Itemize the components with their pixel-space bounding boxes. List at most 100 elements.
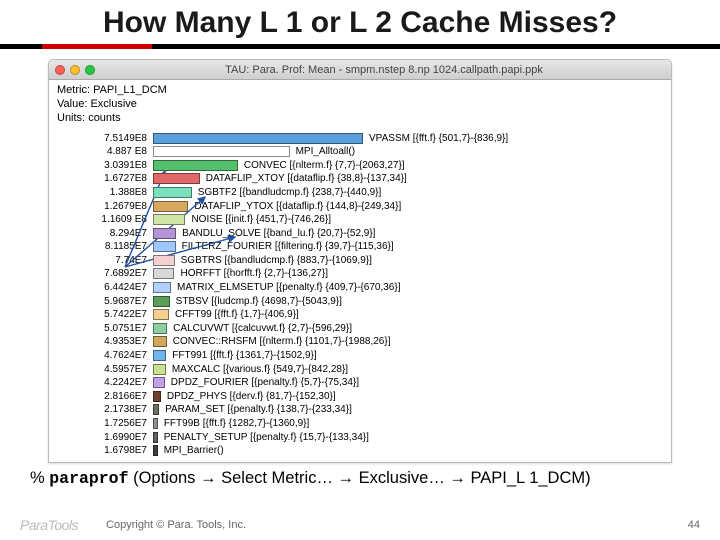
bar[interactable] — [153, 282, 171, 293]
bar-name-label: CONVEC [{nlterm.f} {7,7}-{2063,27}] — [238, 160, 405, 171]
bar-value-label: 1.6798E7 — [67, 445, 153, 456]
bar[interactable] — [153, 201, 188, 212]
bar-value-label: 4.5957E7 — [67, 364, 153, 375]
bar-name-label: MPI_Barrier() — [158, 445, 224, 456]
bar-name-label: CONVEC::RHSFM [{nlterm.f} {1101,7}-{1988… — [167, 336, 391, 347]
bar-track — [153, 160, 238, 171]
bar[interactable] — [153, 187, 192, 198]
bar-row: 1.388E8 SGBTF2 [{bandludcmp.f} {238,7}-{4… — [67, 186, 665, 200]
bar[interactable] — [153, 160, 238, 171]
cmd-part-3: Exclusive… — [354, 469, 449, 487]
bar-row: 1.7256E7FFT99B [{fft.f} {1282,7}-{1360,9… — [67, 417, 665, 431]
bar-name-label: SGBTRS [{bandludcmp.f} {883,7}-{1069,9}] — [175, 255, 372, 266]
bar-value-label: 1.7256E7 — [67, 418, 153, 429]
bar-track — [153, 432, 158, 443]
bar-track — [153, 418, 158, 429]
app-window: TAU: Para. Prof: Mean - smpm.nstep 8.np … — [48, 59, 672, 463]
bar-track — [153, 350, 166, 361]
bar-name-label: PARAM_SET [{penalty.f} {138,7}-{233,34}] — [159, 404, 352, 415]
bar-row: 4.5957E7 MAXCALC [{various.f} {549,7}-{84… — [67, 362, 665, 376]
units-label: Units: — [57, 112, 85, 124]
paratools-logo: ParaTools — [20, 517, 78, 533]
bar-value-label: 6.4424E7 — [67, 282, 153, 293]
bar-row: 5.0751E7CALCUVWT [{calcuvwt.f} {2,7}-{59… — [67, 322, 665, 336]
bar[interactable] — [153, 391, 161, 402]
bar-row: 3.0391E8CONVEC [{nlterm.f} {7,7}-{2063,2… — [67, 158, 665, 172]
window-body: Metric: PAPI_L1_DCM Value: Exclusive Uni… — [49, 80, 671, 462]
bar-row: 7.74E7 SGBTRS [{bandludcmp.f} {883,7}-{10… — [67, 254, 665, 268]
bar-value-label: 7.74E7 — [67, 255, 153, 266]
bar[interactable] — [153, 350, 166, 361]
bar[interactable] — [153, 146, 290, 157]
window-titlebar: TAU: Para. Prof: Mean - smpm.nstep 8.np … — [49, 60, 671, 80]
metric-meta: Metric: PAPI_L1_DCM Value: Exclusive Uni… — [57, 84, 665, 125]
bar-name-label: MAXCALC [{various.f} {549,7}-{842,28}] — [166, 364, 348, 375]
bar-row: 7.6892E7HORFFT [{horfft.f} {2,7}-{136,27… — [67, 267, 665, 281]
bar-row: 4.887 E8MPI_Alltoall() — [67, 145, 665, 159]
bar-track — [153, 146, 290, 157]
bar[interactable] — [153, 173, 200, 184]
bar[interactable] — [153, 268, 174, 279]
zoom-icon[interactable] — [85, 65, 95, 75]
bar-value-label: 2.1738E7 — [67, 404, 153, 415]
bar[interactable] — [153, 309, 169, 320]
bar[interactable] — [153, 404, 159, 415]
bar[interactable] — [153, 133, 363, 144]
bar-name-label: BANDLU_SOLVE [{band_lu.f} {20,7}-{52,9}] — [176, 228, 375, 239]
bar-value-label: 5.0751E7 — [67, 323, 153, 334]
metric-value: PAPI_L1_DCM — [93, 84, 167, 96]
bar-value-label: 1.388E8 — [67, 187, 153, 198]
bar[interactable] — [153, 255, 175, 266]
window-title: TAU: Para. Prof: Mean - smpm.nstep 8.np … — [103, 64, 665, 76]
bar-track — [153, 296, 170, 307]
bar-value-label: 5.9687E7 — [67, 296, 153, 307]
bar[interactable] — [153, 336, 167, 347]
bar[interactable] — [153, 241, 176, 252]
bar-value-label: 8.294E7 — [67, 228, 153, 239]
units-value: counts — [88, 112, 120, 124]
bar-name-label: DATAFLIP_XTOY [{dataflip.f} {38,8}-{137,… — [200, 173, 407, 184]
bar-track — [153, 336, 167, 347]
window-controls[interactable] — [55, 65, 95, 75]
cmd-part-1: (Options — [128, 469, 200, 487]
bar[interactable] — [153, 432, 158, 443]
bar-track — [153, 173, 200, 184]
bar-track — [153, 201, 188, 212]
copyright-text: Copyright © Para. Tools, Inc. — [106, 519, 246, 531]
bar-row: 6.4424E7 MATRIX_ELMSETUP [{penalty.f} {40… — [67, 281, 665, 295]
bar-name-label: HORFFT [{horfft.f} {2,7}-{136,27}] — [174, 268, 328, 279]
bar-value-label: 1.6990E7 — [67, 432, 153, 443]
bar-track — [153, 364, 166, 375]
bar-track — [153, 241, 176, 252]
page-number: 44 — [688, 519, 700, 531]
bar[interactable] — [153, 228, 176, 239]
bar-track — [153, 404, 159, 415]
bar-value-label: 4.7624E7 — [67, 350, 153, 361]
bar[interactable] — [153, 418, 158, 429]
bar-track — [153, 309, 169, 320]
bar-row: 8.1185E7 FILTERZ_FOURIER [{filtering.f} {… — [67, 240, 665, 254]
bar-name-label: FILTERZ_FOURIER [{filtering.f} {39,7}-{1… — [176, 241, 394, 252]
close-icon[interactable] — [55, 65, 65, 75]
bar-name-label: MATRIX_ELMSETUP [{penalty.f} {409,7}-{67… — [171, 282, 400, 293]
bar-value-label: 8.1185E7 — [67, 241, 153, 252]
bar[interactable] — [153, 364, 166, 375]
value-value: Exclusive — [90, 98, 136, 110]
bar-name-label: DATAFLIP_YTOX [{dataflip.f} {144,8}-{249… — [188, 201, 401, 212]
bar-value-label: 7.5149E8 — [67, 133, 153, 144]
bar-value-label: 2.8166E7 — [67, 391, 153, 402]
bar-row: 5.9687E7STBSV [{ludcmp.f} {4698,7}-{5043… — [67, 294, 665, 308]
bar[interactable] — [153, 214, 185, 225]
bar-track — [153, 377, 165, 388]
cmd-part-2: Select Metric… — [217, 469, 338, 487]
bar[interactable] — [153, 323, 167, 334]
bar-name-label: VPASSM [{fft.f} {501,7}-{836,9}] — [363, 133, 508, 144]
bar[interactable] — [153, 445, 158, 456]
bar-track — [153, 391, 161, 402]
bar[interactable] — [153, 296, 170, 307]
bar[interactable] — [153, 377, 165, 388]
bar-value-label: 4.887 E8 — [67, 146, 153, 157]
bar-row: 4.9353E7CONVEC::RHSFM [{nlterm.f} {1101,… — [67, 335, 665, 349]
minimize-icon[interactable] — [70, 65, 80, 75]
bar-name-label: SGBTF2 [{bandludcmp.f} {238,7}-{440,9}] — [192, 187, 381, 198]
